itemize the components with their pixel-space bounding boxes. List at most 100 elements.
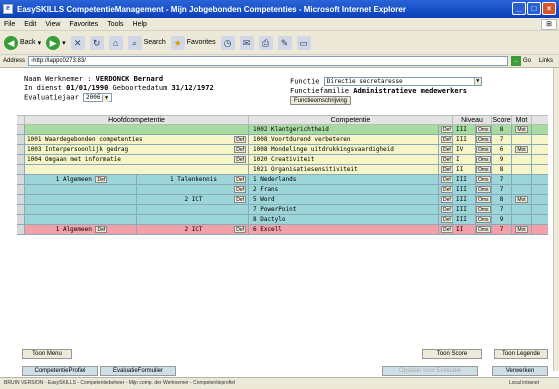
oms-button[interactable]: Oms [476,196,491,203]
employee-name: VERDONCK Bernard [95,75,164,83]
def-button[interactable]: Def [95,226,108,233]
niveau-cell: III [453,135,476,144]
forward-button[interactable]: ▶ ▾ [46,35,66,50]
def-button[interactable]: Def [234,136,246,143]
hoofdcompetentie-text: 1004 Omgaan met informatie [27,156,121,163]
functie-select[interactable]: Directie secretaresse ▼ [323,77,482,86]
mot-button[interactable]: Mot [515,196,528,203]
oms-button[interactable]: Oms [476,136,491,143]
hoofd-sub-1 [25,205,137,214]
toon-legende-button[interactable]: Toon Legende [494,349,548,359]
hoofd-sub-1 [25,215,137,224]
home-icon[interactable]: ⌂ [108,35,123,50]
row-selector[interactable] [17,215,25,224]
oms-button[interactable]: Oms [476,226,491,233]
def-button[interactable]: Def [441,156,452,163]
def-button[interactable]: Def [234,176,246,183]
edit-icon[interactable]: ✎ [277,35,292,50]
row-selector[interactable] [17,145,25,154]
def-button[interactable]: Def [441,186,452,193]
def-button[interactable]: Def [234,196,246,203]
oms-button[interactable]: Oms [476,146,491,153]
go-button[interactable]: → [511,56,522,66]
address-input[interactable]: ▫ http://lappc0273:83/ [28,56,509,66]
competency-grid: Hoofdcompetentie Competentie Niveau Scor… [17,115,548,235]
competentie-cell: 2 Frans [249,185,439,194]
oms-button[interactable]: Oms [476,126,491,133]
evaluatieformulier-button[interactable]: EvaluatieFormulier [100,366,176,376]
menu-help[interactable]: Help [133,21,147,28]
history-icon[interactable]: ◷ [220,35,235,50]
print-icon[interactable]: ⎙ [258,35,273,50]
row-selector[interactable] [17,125,25,134]
competentie-cell: 1 Nederlands [249,175,439,184]
menu-file[interactable]: File [4,21,15,28]
mot-button[interactable]: Mot [515,146,528,153]
row-selector[interactable] [17,165,25,174]
def-button[interactable]: Def [441,216,452,223]
opslaan-button[interactable]: Opslaan voor Evaluatie [382,366,478,376]
def-button[interactable]: Def [441,226,452,233]
menu-favorites[interactable]: Favorites [69,21,98,28]
menu-tools[interactable]: Tools [107,21,123,28]
score-cell: 7 [492,205,512,214]
oms-button[interactable]: Oms [476,156,491,163]
def-button[interactable]: Def [441,166,452,173]
oms-button[interactable]: Oms [476,206,491,213]
close-button[interactable]: × [542,2,556,15]
def-button[interactable]: Def [441,206,452,213]
links-label[interactable]: Links [539,58,553,64]
oms-button[interactable]: Oms [476,166,491,173]
search-button[interactable]: ⌕ Search [127,35,166,50]
def-button[interactable]: Def [234,186,246,193]
oms-button[interactable]: Oms [476,176,491,183]
stop-icon[interactable]: ✕ [70,35,85,50]
hoofd-sub-1: 1 Algemeen Def [25,175,137,184]
def-button[interactable]: Def [441,136,452,143]
oms-button[interactable]: Oms [476,216,491,223]
row-selector[interactable] [17,205,25,214]
competentieprofiel-button[interactable]: CompetentieProfiel [22,366,98,376]
evaluatiejaar-select[interactable]: 2006 ▼ [83,93,113,102]
row-selector[interactable] [17,195,25,204]
table-row: 1004 Omgaan met informatie Def 1020 Creati… [17,155,548,165]
competentie-cell: 6 Excell [249,225,439,234]
score-cell: 9 [492,215,512,224]
oms-button[interactable]: Oms [476,186,491,193]
competentie-def-cell: Def [439,195,453,204]
mot-button[interactable]: Mot [515,226,528,233]
oms-cell: Oms [476,215,492,224]
def-button[interactable]: Def [441,196,452,203]
window-title: EasySKILLS CompetentieManagement - Mijn … [17,4,406,14]
back-button[interactable]: ◀ Back ▾ [4,35,41,50]
row-selector[interactable] [17,175,25,184]
mail-icon[interactable]: ✉ [239,35,254,50]
functieomschrijving-button[interactable]: Functieomschrijving [290,95,352,105]
row-selector[interactable] [17,155,25,164]
folder-icon[interactable]: ▭ [296,35,311,50]
refresh-icon[interactable]: ↻ [89,35,104,50]
verwerken-button[interactable]: Verwerken [492,366,548,376]
minimize-button[interactable]: _ [512,2,526,15]
def-button[interactable]: Def [441,126,452,133]
toon-score-button[interactable]: Toon Score [422,349,482,359]
row-selector[interactable] [17,135,25,144]
menu-view[interactable]: View [45,21,60,28]
favorites-button[interactable]: ★ Favorites [170,35,216,50]
indienst-label: In dienst [24,84,62,92]
def-button[interactable]: Def [234,146,246,153]
def-button[interactable]: Def [95,176,108,183]
toon-menu-button[interactable]: Toon Menu [22,349,72,359]
maximize-button[interactable]: □ [527,2,541,15]
ie-icon: e [3,4,13,14]
mot-button[interactable]: Mot [515,126,528,133]
def-button[interactable]: Def [234,156,246,163]
def-button[interactable]: Def [441,146,452,153]
def-button[interactable]: Def [441,176,452,183]
def-button[interactable]: Def [234,226,246,233]
menu-edit[interactable]: Edit [24,21,36,28]
vertical-scrollbar[interactable] [553,68,559,371]
row-selector[interactable] [17,185,25,194]
score-cell: 8 [492,125,512,134]
row-selector[interactable] [17,225,25,234]
